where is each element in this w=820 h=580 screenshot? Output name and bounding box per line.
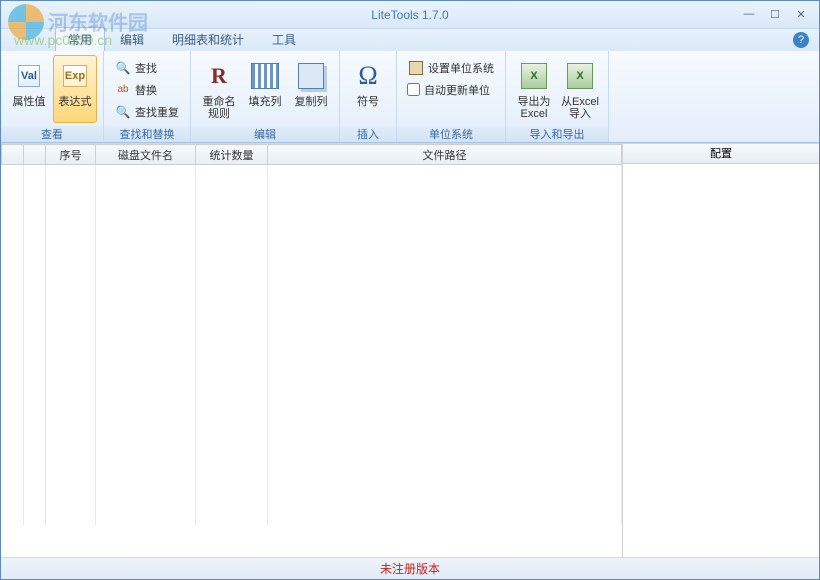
export-icon: X (518, 60, 550, 92)
rename-rule-button[interactable]: R 重命名 规则 (197, 55, 241, 123)
symbol-label: 符号 (357, 96, 379, 108)
group-unit-label: 单位系统 (397, 126, 505, 142)
tab-tools[interactable]: 工具 (259, 27, 309, 51)
ribbon: Val 属性值 Exp 表达式 查看 🔍 查找 ab (1, 51, 819, 143)
help-button[interactable]: ? (793, 32, 809, 48)
fill-label: 填充列 (249, 96, 282, 108)
group-io-label: 导入和导出 (506, 126, 608, 142)
auto-update-label: 自动更新单位 (424, 82, 490, 98)
side-panel: 配置 (623, 144, 819, 557)
col-filename[interactable]: 磁盘文件名 (96, 145, 196, 165)
group-unit: 设置单位系统 自动更新单位 单位系统 (397, 51, 506, 142)
close-button[interactable]: ✕ (789, 5, 813, 23)
window-title: LiteTools 1.7.0 (1, 8, 819, 22)
col-seq[interactable]: 序号 (46, 145, 96, 165)
tab-detail[interactable]: 明细表和统计 (159, 27, 257, 51)
tab-edit[interactable]: 编辑 (107, 27, 157, 51)
find-dup-label: 查找重复 (135, 104, 179, 120)
import-icon: X (564, 60, 596, 92)
auto-update-input[interactable] (407, 83, 420, 96)
table-row (2, 165, 622, 525)
val-icon: Val (13, 60, 45, 92)
export-label: 导出为 Excel (518, 96, 551, 120)
rename-icon: R (203, 60, 235, 92)
group-insert: Ω 符号 插入 (340, 51, 397, 142)
attr-value-label: 属性值 (13, 96, 46, 108)
import-excel-button[interactable]: X 从Excel 导入 (558, 55, 602, 123)
set-unit-icon (408, 60, 424, 76)
replace-icon: ab (115, 82, 131, 98)
set-unit-label: 设置单位系统 (428, 60, 494, 76)
export-excel-button[interactable]: X 导出为 Excel (512, 55, 556, 123)
status-bar: 未注册版本 (1, 557, 819, 579)
col-count[interactable]: 统计数量 (196, 145, 268, 165)
status-text: 未注册版本 (380, 560, 440, 577)
group-edit-label: 编辑 (191, 126, 339, 142)
find-button[interactable]: 🔍 查找 (110, 57, 184, 78)
set-unit-button[interactable]: 设置单位系统 (403, 57, 499, 78)
replace-button[interactable]: ab 替换 (110, 79, 184, 100)
group-view-label: 查看 (1, 126, 103, 142)
attr-value-button[interactable]: Val 属性值 (7, 55, 51, 123)
exp-icon: Exp (59, 60, 91, 92)
fill-icon (249, 60, 281, 92)
group-insert-label: 插入 (340, 126, 396, 142)
titlebar: LiteTools 1.7.0 — ☐ ✕ (1, 1, 819, 29)
copy-icon (295, 60, 327, 92)
find-dup-button[interactable]: 🔍 查找重复 (110, 101, 184, 122)
copy-label: 复制列 (295, 96, 328, 108)
group-edit: R 重命名 规则 填充列 复制列 编辑 (191, 51, 340, 142)
find-icon: 🔍 (115, 60, 131, 76)
find-label: 查找 (135, 60, 157, 76)
copy-col-button[interactable]: 复制列 (289, 55, 333, 123)
side-config-header[interactable]: 配置 (623, 144, 819, 164)
content-area: 序号 磁盘文件名 统计数量 文件路径 配置 (1, 143, 819, 557)
col-path[interactable]: 文件路径 (268, 145, 622, 165)
fill-col-button[interactable]: 填充列 (243, 55, 287, 123)
symbol-button[interactable]: Ω 符号 (346, 55, 390, 123)
group-io: X 导出为 Excel X 从Excel 导入 导入和导出 (506, 51, 609, 142)
ribbon-tabs: 常用 编辑 明细表和统计 工具 ? (1, 29, 819, 51)
col-blank2[interactable] (24, 145, 46, 165)
group-view: Val 属性值 Exp 表达式 查看 (1, 51, 104, 142)
auto-update-checkbox[interactable]: 自动更新单位 (403, 79, 499, 100)
find-dup-icon: 🔍 (115, 104, 131, 120)
data-grid[interactable]: 序号 磁盘文件名 统计数量 文件路径 (1, 144, 623, 557)
group-find-label: 查找和替换 (104, 126, 190, 142)
col-blank1[interactable] (2, 145, 24, 165)
expression-label: 表达式 (59, 96, 92, 108)
maximize-button[interactable]: ☐ (763, 5, 787, 23)
import-label: 从Excel 导入 (561, 96, 599, 120)
expression-button[interactable]: Exp 表达式 (53, 55, 97, 123)
omega-icon: Ω (352, 60, 384, 92)
watermark-url: www.pc0359.cn (14, 32, 112, 48)
replace-label: 替换 (135, 82, 157, 98)
group-find-replace: 🔍 查找 ab 替换 🔍 查找重复 查找和替换 (104, 51, 191, 142)
minimize-button[interactable]: — (737, 5, 761, 23)
rename-label: 重命名 规则 (203, 96, 236, 120)
